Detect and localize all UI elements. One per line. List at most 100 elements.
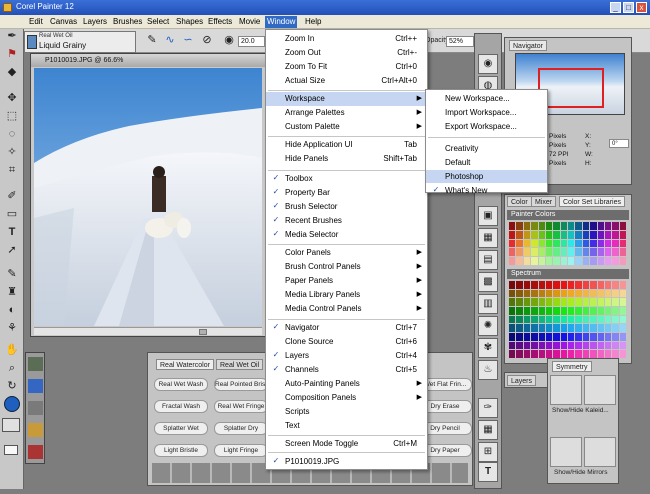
text-palette-icon[interactable]: T <box>478 462 498 482</box>
color-swatch[interactable] <box>545 333 553 341</box>
color-swatch[interactable] <box>604 239 612 248</box>
color-swatch[interactable] <box>538 341 545 350</box>
media-icon[interactable]: ▩ <box>478 272 498 292</box>
color-swatch[interactable] <box>619 341 626 350</box>
color-swatch[interactable] <box>545 324 553 332</box>
grabber-icon[interactable]: ✋ <box>5 343 19 357</box>
color-swatch[interactable] <box>568 248 575 257</box>
color-swatch[interactable] <box>509 257 516 265</box>
painter-colors-grid[interactable] <box>509 222 627 266</box>
color-swatch[interactable] <box>612 248 619 257</box>
grid-icon[interactable]: ▦ <box>478 420 498 440</box>
size-field[interactable]: 20.0 <box>238 36 265 47</box>
color-swatch[interactable] <box>560 222 567 230</box>
color-swatch[interactable] <box>597 341 604 350</box>
menu-shapes[interactable]: Shapes <box>176 17 203 26</box>
color-swatch[interactable] <box>590 350 597 358</box>
color-swatch[interactable] <box>568 239 575 248</box>
color-swatch[interactable] <box>523 324 531 332</box>
color-swatch[interactable] <box>545 289 553 298</box>
close-button[interactable]: x <box>636 2 647 13</box>
color-swatch[interactable] <box>568 341 575 350</box>
color-swatch[interactable] <box>516 257 523 265</box>
color-swatch[interactable] <box>582 239 590 248</box>
color-swatch[interactable] <box>545 315 553 324</box>
color-swatch[interactable] <box>619 281 626 289</box>
color-swatch[interactable] <box>619 248 626 257</box>
color-swatch[interactable] <box>560 281 567 289</box>
color-swatch[interactable] <box>531 257 538 265</box>
rectangle-shape-icon[interactable]: ▭ <box>5 207 19 221</box>
kaleido-icon-1[interactable] <box>550 375 582 405</box>
color-swatch[interactable] <box>568 281 575 289</box>
color-swatch[interactable] <box>531 230 538 239</box>
color-swatch[interactable] <box>590 281 597 289</box>
color-swatch[interactable] <box>538 289 545 298</box>
window-menu-brush-selector[interactable]: ✓ Brush Selector <box>266 200 427 214</box>
color-swatch[interactable] <box>568 298 575 306</box>
color-swatch[interactable] <box>575 239 582 248</box>
color-swatch[interactable] <box>612 281 619 289</box>
color-swatch[interactable] <box>590 341 597 350</box>
color-swatch[interactable] <box>612 341 619 350</box>
color-swatch[interactable] <box>523 333 531 341</box>
color-swatch[interactable] <box>597 350 604 358</box>
window-menu-channels[interactable]: ✓ Channels Ctrl+5 <box>266 363 427 377</box>
paper-texture-swatch[interactable] <box>28 357 43 371</box>
color-swatch[interactable] <box>604 315 612 324</box>
color-swatch[interactable] <box>619 315 626 324</box>
color-swatch[interactable] <box>568 333 575 341</box>
tab-real-watercolor[interactable]: Real Watercolor <box>156 359 214 370</box>
nozzle-swatch[interactable] <box>28 423 43 437</box>
color-swatch[interactable] <box>538 333 545 341</box>
mirror-icon-1[interactable] <box>550 437 582 467</box>
color-swatch[interactable] <box>560 350 567 358</box>
color-swatch[interactable] <box>597 257 604 265</box>
color-swatch[interactable] <box>590 230 597 239</box>
color-swatch[interactable] <box>531 315 538 324</box>
color-swatch[interactable] <box>575 341 582 350</box>
window-menu-arrange-palettes[interactable]: Arrange Palettes ▶ <box>266 106 427 120</box>
freehand-stroke-icon[interactable]: ∿ <box>163 33 177 47</box>
color-swatch[interactable] <box>612 289 619 298</box>
scroll-thumb[interactable] <box>199 329 207 335</box>
color-swatch[interactable] <box>560 333 567 341</box>
color-swatch[interactable] <box>582 248 590 257</box>
color-swatch[interactable] <box>560 248 567 257</box>
color-swatch[interactable] <box>523 248 531 257</box>
color-swatch[interactable] <box>597 289 604 298</box>
color-swatch[interactable] <box>545 307 553 315</box>
color-swatch[interactable] <box>612 315 619 324</box>
color-swatch[interactable] <box>553 350 560 358</box>
rotate-page-icon[interactable]: ↻ <box>5 379 19 393</box>
color-swatch[interactable] <box>597 307 604 315</box>
transform-icon[interactable]: ✥ <box>5 91 19 105</box>
color-swatch[interactable] <box>612 222 619 230</box>
color-swatch[interactable] <box>523 281 531 289</box>
color-swatch[interactable] <box>516 333 523 341</box>
window-menu-text[interactable]: Text <box>266 419 427 433</box>
window-menu-navigator[interactable]: ✓ Navigator Ctrl+7 <box>266 321 427 335</box>
window-menu-workspace[interactable]: Workspace ▶ <box>266 92 427 106</box>
menu-window[interactable]: Window <box>265 16 298 28</box>
opacity-field[interactable]: 52% <box>446 36 474 47</box>
rect-select-icon[interactable]: ⬚ <box>5 109 19 123</box>
pen-icon[interactable]: ✐ <box>5 189 19 203</box>
workspace-creativity[interactable]: Creativity <box>426 142 547 155</box>
color-swatch[interactable] <box>516 324 523 332</box>
brush-light-fringe[interactable]: Light Fringe <box>214 444 268 457</box>
color-swatch[interactable] <box>553 298 560 306</box>
color-swatch[interactable] <box>553 281 560 289</box>
color-swatch[interactable] <box>604 333 612 341</box>
color-swatch[interactable] <box>582 350 590 358</box>
color-swatch[interactable] <box>619 239 626 248</box>
color-swatch[interactable] <box>509 307 516 315</box>
color-swatch[interactable] <box>604 350 612 358</box>
color-swatch[interactable] <box>538 307 545 315</box>
color-swatch[interactable] <box>575 324 582 332</box>
color-swatch[interactable] <box>509 230 516 239</box>
stroke-icon[interactable]: ✑ <box>478 398 498 418</box>
color-swatch[interactable] <box>538 239 545 248</box>
color-swatch[interactable] <box>523 315 531 324</box>
color-swatch[interactable] <box>523 239 531 248</box>
